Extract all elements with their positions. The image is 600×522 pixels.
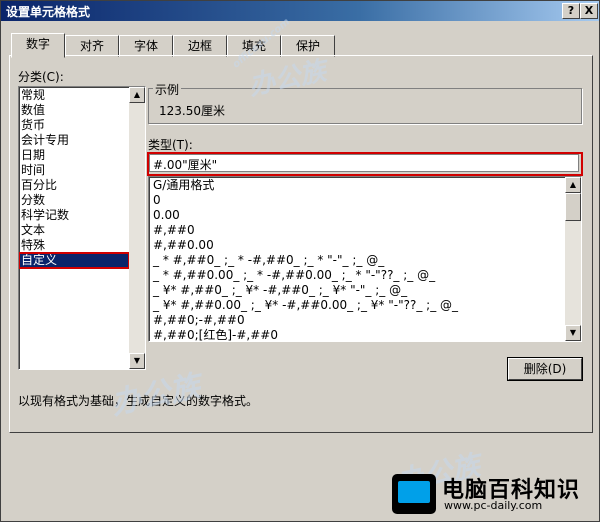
close-button[interactable]: X — [580, 3, 598, 19]
category-item[interactable]: 货币 — [19, 118, 129, 133]
format-item[interactable]: #,##0;[红色]-#,##0 — [151, 328, 563, 341]
delete-button[interactable]: 删除(D) — [508, 358, 582, 380]
tab-protection[interactable]: 保护 — [281, 35, 335, 57]
help-button[interactable]: ? — [562, 3, 580, 19]
format-item[interactable]: _ ¥* #,##0_ ;_ ¥* -#,##0_ ;_ ¥* "-"_ ;_ … — [151, 283, 563, 298]
format-cells-dialog: 设置单元格格式 ? X 数字 对齐 字体 边框 填充 保护 分类(C): 常规数… — [0, 0, 600, 522]
format-item[interactable]: 0.00 — [151, 208, 563, 223]
category-item[interactable]: 科学记数 — [19, 208, 129, 223]
dialog-title: 设置单元格格式 — [6, 5, 91, 19]
monitor-icon — [392, 474, 436, 514]
category-item[interactable]: 日期 — [19, 148, 129, 163]
category-item[interactable]: 文本 — [19, 223, 129, 238]
category-item[interactable]: 会计专用 — [19, 133, 129, 148]
format-item[interactable]: _ * #,##0.00_ ;_ * -#,##0.00_ ;_ * "-"??… — [151, 268, 563, 283]
format-item[interactable]: G/通用格式 — [151, 178, 563, 193]
category-item[interactable]: 时间 — [19, 163, 129, 178]
format-item[interactable]: #,##0 — [151, 223, 563, 238]
scroll-up-icon[interactable]: ▲ — [129, 87, 145, 103]
format-scrollbar[interactable]: ▲ ▼ — [565, 177, 581, 341]
format-item[interactable]: _ * #,##0_ ;_ * -#,##0_ ;_ * "-"_ ;_ @_ — [151, 253, 563, 268]
category-item[interactable]: 数值 — [19, 103, 129, 118]
category-label: 分类(C): — [18, 70, 64, 84]
type-input-value: #.00"厘米" — [153, 158, 218, 172]
scroll-thumb[interactable] — [565, 193, 581, 221]
format-item[interactable]: #,##0.00 — [151, 238, 563, 253]
site-logo: 电脑百科知识 www.pc-daily.com — [392, 470, 598, 518]
format-description: 以现有格式为基础，生成自定义的数字格式。 — [18, 394, 259, 408]
format-item[interactable]: 0 — [151, 193, 563, 208]
sample-value: 123.50厘米 — [159, 104, 225, 118]
category-scrollbar[interactable]: ▲ ▼ — [129, 87, 145, 369]
number-tab-panel: 分类(C): 常规 数值 货币 会计专用 日期 时间 百分比 分数 科学记数 文本 特殊 自定义 ▲ … — [9, 55, 593, 433]
scroll-down-icon[interactable]: ▼ — [565, 325, 581, 341]
tab-border[interactable]: 边框 — [173, 35, 227, 57]
type-label: 类型(T): — [148, 138, 193, 152]
logo-url: www.pc-daily.com — [444, 499, 543, 512]
category-item[interactable]: 百分比 — [19, 178, 129, 193]
scroll-up-icon[interactable]: ▲ — [565, 177, 581, 193]
category-item[interactable]: 自定义 — [19, 252, 130, 269]
tab-alignment[interactable]: 对齐 — [65, 35, 119, 57]
sample-label: 示例 — [153, 81, 182, 98]
tab-font[interactable]: 字体 — [119, 35, 173, 57]
category-list[interactable]: 常规 数值 货币 会计专用 日期 时间 百分比 分数 科学记数 文本 特殊 自定义 ▲ ▼ — [18, 86, 146, 370]
format-list[interactable]: G/通用格式 0 0.00 #,##0 #,##0.00 _ * #,##0_ ;_ * … — [148, 176, 582, 342]
tab-number[interactable]: 数字 — [11, 33, 65, 58]
title-bar[interactable]: 设置单元格格式 ? X — [1, 1, 599, 21]
type-input[interactable]: #.00"厘米" — [149, 154, 579, 172]
scroll-down-icon[interactable]: ▼ — [129, 353, 145, 369]
category-item[interactable]: 常规 — [19, 88, 129, 103]
category-item[interactable]: 特殊 — [19, 238, 129, 253]
format-item[interactable]: _ ¥* #,##0.00_ ;_ ¥* -#,##0.00_ ;_ ¥* "-… — [151, 298, 563, 313]
format-item[interactable]: #,##0;-#,##0 — [151, 313, 563, 328]
tab-fill[interactable]: 填充 — [227, 35, 281, 57]
category-item[interactable]: 分数 — [19, 193, 129, 208]
sample-group: 示例 123.50厘米 — [148, 81, 582, 124]
